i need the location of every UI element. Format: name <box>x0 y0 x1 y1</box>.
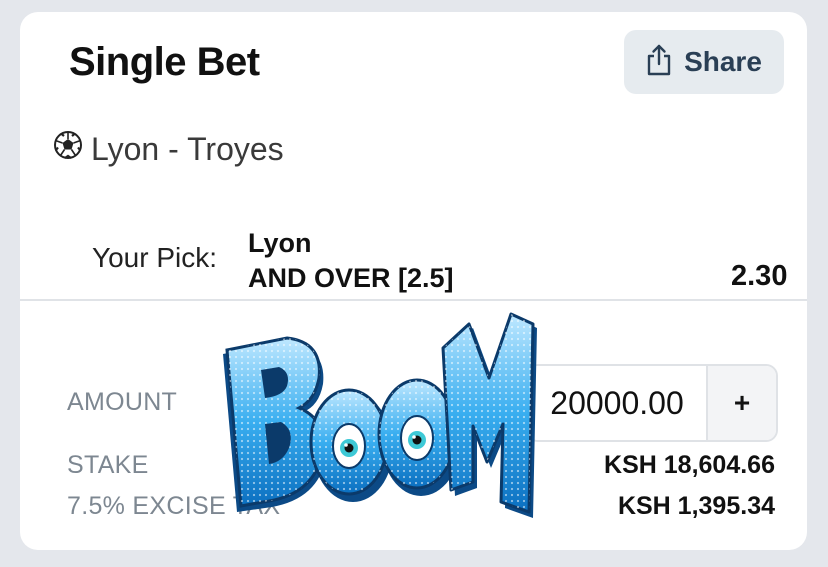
share-icon <box>646 44 672 81</box>
amount-input[interactable] <box>528 366 706 440</box>
pick-market: AND OVER [2.5] <box>248 263 454 293</box>
pick-label: Your Pick: <box>92 242 218 273</box>
match-name: Lyon - Troyes <box>91 130 284 167</box>
increase-amount-button[interactable]: + <box>706 366 776 440</box>
stake-value: KSH 18,604.66 <box>604 451 775 479</box>
page-title: Single Bet <box>69 40 260 84</box>
boom-sticker <box>215 312 545 534</box>
stake-label: STAKE <box>67 451 149 479</box>
match-row: Lyon - Troyes <box>53 130 284 168</box>
amount-label: AMOUNT <box>67 388 178 416</box>
odds-value: 2.30 <box>731 260 788 292</box>
pick-selection: Lyon <box>248 228 312 258</box>
share-button[interactable]: Share <box>624 30 784 94</box>
pick-value: Lyon AND OVER [2.5] <box>248 226 454 296</box>
bet-slip-card: Single Bet Share Lyon - Troyes Your Pick… <box>20 12 807 550</box>
divider <box>20 299 807 301</box>
amount-stepper: + <box>526 364 778 442</box>
soccer-ball-icon <box>53 130 83 168</box>
excise-tax-value: KSH 1,395.34 <box>617 492 775 520</box>
share-button-label: Share <box>684 46 762 77</box>
